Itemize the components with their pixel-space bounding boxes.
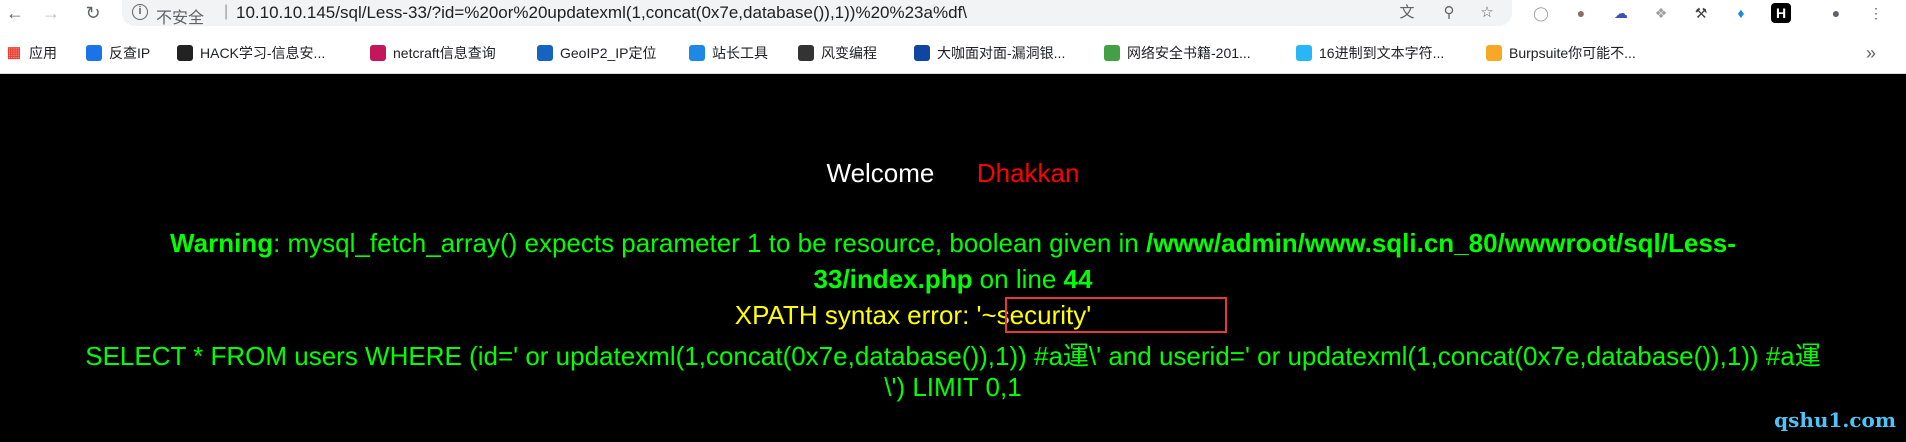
bookmark-label: 站长工具	[712, 45, 768, 61]
more-bookmarks-chevron[interactable]: »	[1866, 43, 1876, 63]
highlight-box	[1005, 297, 1227, 333]
extension-circle-icon[interactable]: ◯	[1531, 3, 1551, 23]
apps-grid-icon: ▦	[6, 44, 22, 61]
warning-text: : mysql_fetch_array() expects parameter …	[273, 228, 1146, 258]
translate-icon[interactable]: 文	[1398, 4, 1416, 22]
bookmark-favicon	[914, 45, 930, 61]
url-text[interactable]: 10.10.10.145/sql/Less-33/?id=%20or%20upd…	[236, 3, 967, 23]
sql-query-line-1: SELECT * FROM users WHERE (id=' or updat…	[85, 341, 1821, 371]
warning-line: Warning: mysql_fetch_array() expects par…	[0, 228, 1906, 259]
wrench-extension-icon[interactable]: ⚒	[1691, 3, 1711, 23]
sql-query-line-2: \') LIMIT 0,1	[884, 372, 1022, 402]
file-path-part1: /www/admin/www.sqli.cn_80/wwwroot/sql/Le…	[1145, 228, 1736, 258]
bookmark-label: 网络安全书籍-201...	[1127, 45, 1251, 61]
bookmark-apps[interactable]: ▦ 应用	[6, 43, 57, 63]
bookmark-item[interactable]: Burpsuite你可能不...	[1486, 43, 1636, 63]
bookmark-item[interactable]: 大咖面对面-漏洞银...	[914, 43, 1065, 63]
address-separator: |	[224, 3, 229, 20]
bookmark-item[interactable]: 网络安全书籍-201...	[1104, 43, 1251, 63]
bookmark-item[interactable]: netcraft信息查询	[370, 43, 496, 63]
bookmark-item[interactable]: GeoIP2_IP定位	[537, 43, 657, 63]
bookmark-label: 反查IP	[109, 45, 151, 61]
bookmark-favicon	[537, 45, 553, 61]
bookmark-favicon	[370, 45, 386, 61]
bookmark-label: 风变编程	[821, 45, 877, 61]
profile-avatar-icon[interactable]: ●	[1826, 3, 1846, 23]
hackbar-extension-icon[interactable]: H	[1771, 3, 1791, 23]
bookmark-favicon	[798, 45, 814, 61]
bookmark-favicon	[177, 45, 193, 61]
xpath-error-label: XPATH syntax error:	[734, 300, 977, 330]
menu-more-icon[interactable]: ⋮	[1866, 3, 1886, 23]
forward-arrow-icon[interactable]: →	[40, 2, 62, 24]
bookmark-item[interactable]: HACK学习-信息安...	[177, 43, 325, 63]
line-number: 44	[1063, 264, 1093, 294]
bookmark-favicon	[1296, 45, 1312, 61]
bookmark-label: HACK学习-信息安...	[200, 45, 326, 61]
bookmarks-bar: ▦ 应用 反查IP HACK学习-信息安... netcraft信息查询 Geo…	[0, 26, 1906, 74]
bookmark-label: 大咖面对面-漏洞银...	[937, 45, 1066, 61]
bookmark-star-icon[interactable]: ☆	[1478, 4, 1496, 22]
on-line-text: on line	[972, 264, 1064, 294]
username-text: Dhakkan	[976, 158, 1080, 188]
bookmark-label: 应用	[29, 45, 57, 61]
warning-label: Warning	[170, 228, 274, 258]
address-bar[interactable]: i 不安全 | 10.10.10.145/sql/Less-33/?id=%20…	[122, 0, 1512, 28]
cloud-extension-icon[interactable]: ☁	[1611, 3, 1631, 23]
browser-toolbar: ← → ↻ i 不安全 | 10.10.10.145/sql/Less-33/?…	[0, 0, 1906, 28]
reload-icon[interactable]: ↻	[82, 2, 104, 24]
bookmark-favicon	[1104, 45, 1120, 61]
bookmark-item[interactable]: 反查IP	[86, 43, 150, 63]
bookmark-label: 16进制到文本字符...	[1319, 45, 1445, 61]
bookmark-item[interactable]: 风变编程	[798, 43, 877, 63]
warning-line-2: 33/index.php on line 44	[0, 264, 1906, 295]
bookmark-item[interactable]: 16进制到文本字符...	[1296, 43, 1444, 63]
globe-extension-icon[interactable]: ❖	[1651, 3, 1671, 23]
security-label[interactable]: 不安全	[156, 4, 204, 28]
xpath-error-line: XPATH syntax error: '~security'	[0, 300, 1906, 331]
welcome-text: Welcome	[826, 158, 935, 188]
info-icon[interactable]: i	[132, 4, 148, 20]
zoom-icon[interactable]: ⚲	[1440, 4, 1458, 22]
file-extension-icon[interactable]: ♦	[1731, 3, 1751, 23]
cookie-extension-icon[interactable]: ●	[1571, 3, 1591, 23]
welcome-line: Welcome Dhakkan	[0, 158, 1906, 189]
bookmark-label: Burpsuite你可能不...	[1509, 45, 1636, 61]
bookmark-favicon	[86, 45, 102, 61]
bookmark-favicon	[1486, 45, 1502, 61]
bookmark-label: netcraft信息查询	[393, 45, 496, 61]
watermark-text: qshu1.com	[1774, 408, 1896, 432]
bookmark-label: GeoIP2_IP定位	[560, 45, 657, 61]
bookmark-item[interactable]: 站长工具	[689, 43, 768, 63]
bookmark-favicon	[689, 45, 705, 61]
back-arrow-icon[interactable]: ←	[4, 2, 26, 24]
file-path-part2: 33/index.php	[813, 264, 973, 294]
